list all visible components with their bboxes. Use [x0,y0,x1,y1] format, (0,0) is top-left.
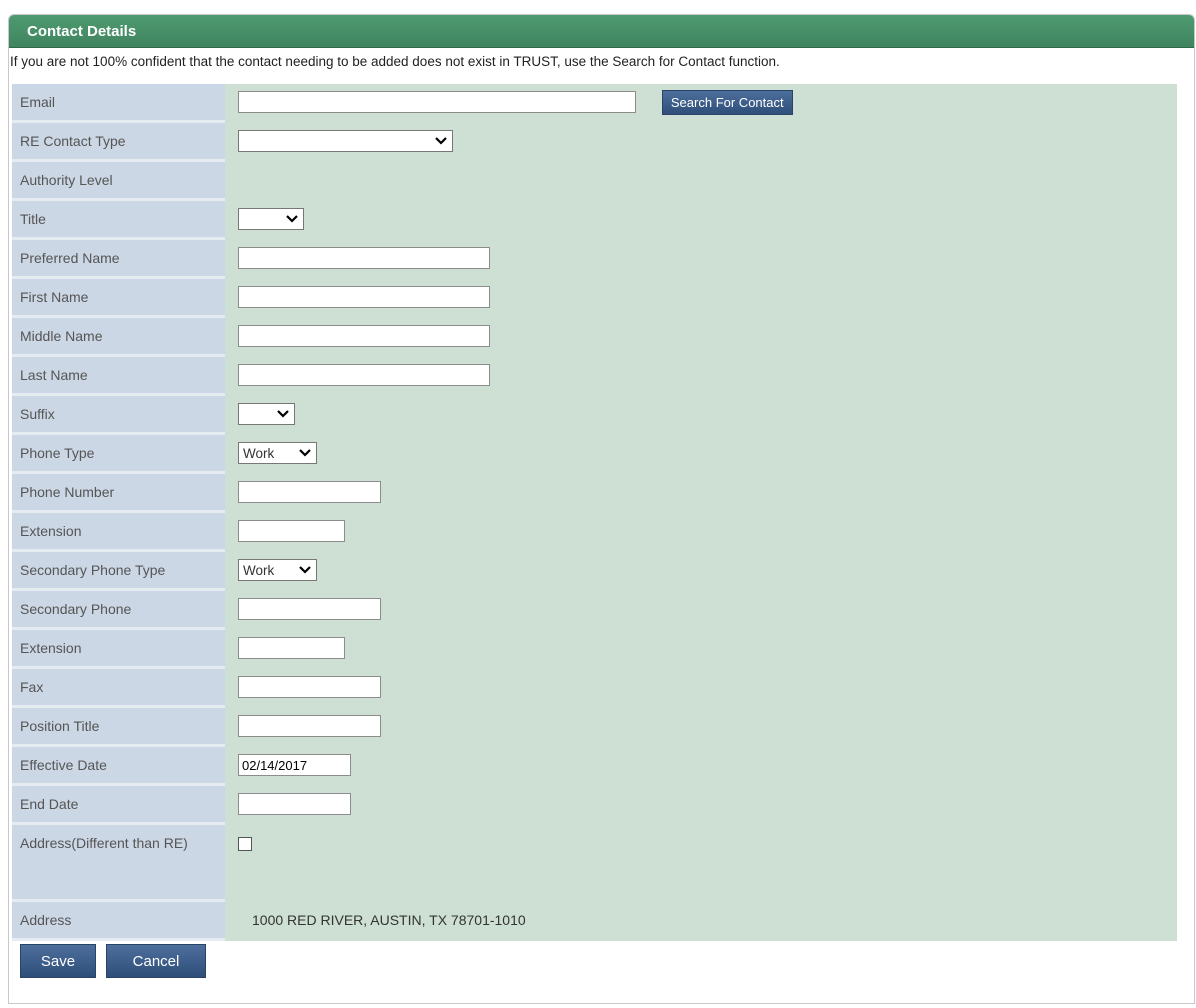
chevron-down-icon [299,566,311,574]
row-address: Address 1000 RED RIVER, AUSTIN, TX 78701… [12,900,1177,941]
preferred-name-input[interactable] [238,247,490,269]
secondary-extension-label: Extension [12,628,225,669]
chevron-down-icon [435,137,447,145]
row-position-title: Position Title [12,706,1177,747]
row-first-name: First Name [12,277,1177,318]
row-secondary-phone: Secondary Phone [12,589,1177,630]
row-last-name: Last Name [12,355,1177,396]
row-end-date: End Date [12,784,1177,825]
phone-type-select[interactable]: Work [238,442,317,464]
row-authority-level: Authority Level [12,160,1177,201]
suffix-select[interactable] [238,403,295,425]
address-different-label: Address(Different than RE) [12,823,225,902]
panel-title: Contact Details [27,23,137,40]
re-contact-type-select[interactable] [238,130,453,152]
cancel-button[interactable]: Cancel [106,944,206,978]
secondary-phone-input[interactable] [238,598,381,620]
row-preferred-name: Preferred Name [12,238,1177,279]
chevron-down-icon [286,215,298,223]
secondary-phone-type-label: Secondary Phone Type [12,550,225,591]
save-button[interactable]: Save [20,944,96,978]
row-extension: Extension [12,511,1177,552]
chevron-down-icon [277,410,289,418]
suffix-label: Suffix [12,394,225,435]
address-different-checkbox[interactable] [238,837,252,851]
chevron-down-icon [299,449,311,457]
position-title-label: Position Title [12,706,225,747]
email-label: Email [12,84,225,123]
title-select[interactable] [238,208,304,230]
last-name-label: Last Name [12,355,225,396]
row-middle-name: Middle Name [12,316,1177,357]
address-value: 1000 RED RIVER, AUSTIN, TX 78701-1010 [252,912,526,928]
contact-form: Email Search For Contact RE Contact Type… [12,84,1177,941]
row-email: Email Search For Contact [12,84,1177,123]
extension-label: Extension [12,511,225,552]
extension-input[interactable] [238,520,345,542]
row-fax: Fax [12,667,1177,708]
fax-input[interactable] [238,676,381,698]
title-label: Title [12,199,225,240]
middle-name-label: Middle Name [12,316,225,357]
secondary-phone-type-value: Work [243,562,275,578]
row-re-contact-type: RE Contact Type [12,121,1177,162]
secondary-phone-label: Secondary Phone [12,589,225,630]
effective-date-input[interactable] [238,754,351,776]
secondary-phone-type-select[interactable]: Work [238,559,317,581]
end-date-input[interactable] [238,793,351,815]
phone-number-label: Phone Number [12,472,225,513]
row-title: Title [12,199,1177,240]
row-suffix: Suffix [12,394,1177,435]
row-secondary-extension: Extension [12,628,1177,669]
authority-level-label: Authority Level [12,160,225,201]
first-name-label: First Name [12,277,225,318]
row-secondary-phone-type: Secondary Phone Type Work [12,550,1177,591]
email-input[interactable] [238,91,636,113]
row-phone-type: Phone Type Work [12,433,1177,474]
first-name-input[interactable] [238,286,490,308]
fax-label: Fax [12,667,225,708]
info-notice: If you are not 100% confident that the c… [10,54,780,69]
phone-type-label: Phone Type [12,433,225,474]
middle-name-input[interactable] [238,325,490,347]
phone-type-value: Work [243,445,275,461]
preferred-name-label: Preferred Name [12,238,225,279]
end-date-label: End Date [12,784,225,825]
search-for-contact-button[interactable]: Search For Contact [661,89,793,115]
effective-date-label: Effective Date [12,745,225,786]
address-label: Address [12,900,225,941]
last-name-input[interactable] [238,364,490,386]
phone-number-input[interactable] [238,481,381,503]
re-contact-type-label: RE Contact Type [12,121,225,162]
row-effective-date: Effective Date [12,745,1177,786]
row-address-different: Address(Different than RE) [12,823,1177,902]
position-title-input[interactable] [238,715,381,737]
row-phone-number: Phone Number [12,472,1177,513]
secondary-extension-input[interactable] [238,637,345,659]
panel-header: Contact Details [9,15,1194,48]
